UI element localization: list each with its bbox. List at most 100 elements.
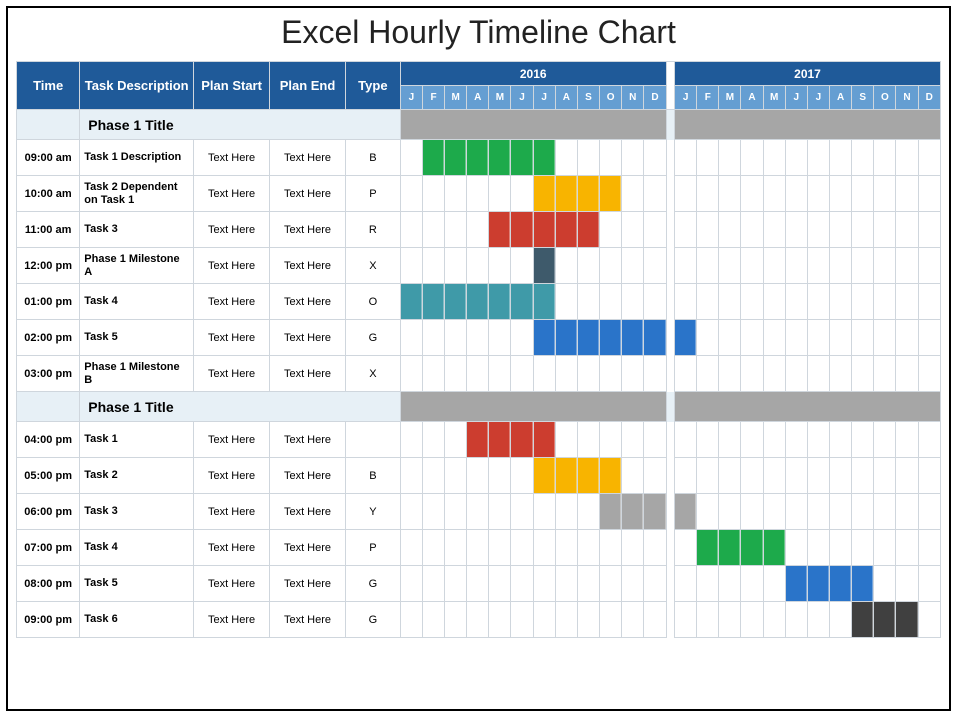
month-2017-4: M	[763, 86, 785, 110]
gantt-cell	[785, 356, 807, 392]
gap	[666, 176, 674, 212]
gantt-cell	[422, 212, 444, 248]
month-2017-9: O	[874, 86, 896, 110]
gantt-cell	[697, 566, 719, 602]
time-cell: 07:00 pm	[17, 530, 80, 566]
chart-title: Excel Hourly Timeline Chart	[16, 14, 941, 51]
gantt-cell	[511, 530, 533, 566]
gantt-cell	[719, 494, 741, 530]
gantt-cell	[918, 320, 940, 356]
gantt-cell	[622, 422, 644, 458]
gantt-cell	[422, 494, 444, 530]
gantt-cell	[577, 284, 599, 320]
gantt-cell	[467, 494, 489, 530]
month-2016-5: J	[511, 86, 533, 110]
phase-bar	[400, 392, 666, 422]
gantt-cell	[918, 176, 940, 212]
gantt-cell	[852, 602, 874, 638]
plan-start-cell: Text Here	[194, 320, 270, 356]
gantt-cell	[467, 320, 489, 356]
gantt-cell	[896, 284, 918, 320]
month-2016-2: M	[445, 86, 467, 110]
table-row: 11:00 amTask 3Text HereText HereR	[17, 212, 941, 248]
gantt-cell	[622, 248, 644, 284]
gantt-cell	[555, 320, 577, 356]
gantt-cell	[467, 176, 489, 212]
plan-start-cell: Text Here	[194, 494, 270, 530]
table-row: 12:00 pmPhase 1 Milestone AText HereText…	[17, 248, 941, 284]
gantt-cell	[785, 458, 807, 494]
gantt-cell	[741, 356, 763, 392]
gantt-cell	[874, 212, 896, 248]
gantt-cell	[467, 248, 489, 284]
plan-start-cell: Text Here	[194, 458, 270, 494]
plan-end-cell: Text Here	[270, 422, 346, 458]
gantt-cell	[697, 176, 719, 212]
type-cell: O	[345, 284, 400, 320]
phase-bar	[675, 392, 941, 422]
plan-start-cell: Text Here	[194, 530, 270, 566]
gantt-cell	[577, 422, 599, 458]
gantt-cell	[852, 284, 874, 320]
desc-cell: Task 1	[80, 422, 194, 458]
phase-bar	[675, 110, 941, 140]
desc-cell: Task 4	[80, 530, 194, 566]
gantt-cell	[896, 176, 918, 212]
gantt-cell	[555, 458, 577, 494]
gantt-cell	[577, 602, 599, 638]
desc-cell: Task 5	[80, 320, 194, 356]
gantt-cell	[896, 320, 918, 356]
gantt-cell	[600, 248, 622, 284]
phase-title: Phase 1 Title	[80, 392, 401, 422]
month-2016-0: J	[400, 86, 422, 110]
gantt-cell	[400, 422, 422, 458]
gantt-cell	[763, 494, 785, 530]
plan-end-cell: Text Here	[270, 566, 346, 602]
time-cell: 02:00 pm	[17, 320, 80, 356]
month-2016-11: D	[644, 86, 666, 110]
gantt-cell	[896, 602, 918, 638]
gantt-cell	[533, 458, 555, 494]
gantt-cell	[896, 248, 918, 284]
gantt-cell	[577, 140, 599, 176]
gantt-cell	[489, 422, 511, 458]
col-type: Type	[345, 62, 400, 110]
gantt-cell	[533, 212, 555, 248]
gantt-cell	[675, 320, 697, 356]
gantt-cell	[511, 458, 533, 494]
gantt-cell	[467, 566, 489, 602]
gantt-cell	[511, 248, 533, 284]
gantt-cell	[489, 494, 511, 530]
gap	[666, 458, 674, 494]
gantt-cell	[422, 284, 444, 320]
gantt-cell	[555, 212, 577, 248]
gantt-cell	[400, 356, 422, 392]
gantt-cell	[830, 248, 852, 284]
month-2017-0: J	[675, 86, 697, 110]
gantt-cell	[697, 212, 719, 248]
gantt-cell	[622, 602, 644, 638]
gantt-cell	[719, 176, 741, 212]
gantt-cell	[896, 494, 918, 530]
gantt-cell	[622, 284, 644, 320]
gantt-cell	[874, 458, 896, 494]
gantt-cell	[918, 422, 940, 458]
gantt-cell	[719, 320, 741, 356]
table-head: Time Task Description Plan Start Plan En…	[17, 62, 941, 110]
gantt-cell	[577, 530, 599, 566]
type-cell: X	[345, 248, 400, 284]
gantt-cell	[467, 212, 489, 248]
gantt-cell	[511, 176, 533, 212]
gantt-cell	[697, 602, 719, 638]
gantt-cell	[852, 422, 874, 458]
gantt-cell	[785, 602, 807, 638]
gantt-cell	[807, 320, 829, 356]
desc-cell: Task 2 Dependent on Task 1	[80, 176, 194, 212]
gantt-cell	[644, 530, 666, 566]
gantt-cell	[896, 566, 918, 602]
gantt-cell	[445, 176, 467, 212]
table-row: 03:00 pmPhase 1 Milestone BText HereText…	[17, 356, 941, 392]
table-row: 05:00 pmTask 2Text HereText HereB	[17, 458, 941, 494]
gap	[666, 110, 674, 140]
gantt-cell	[830, 602, 852, 638]
